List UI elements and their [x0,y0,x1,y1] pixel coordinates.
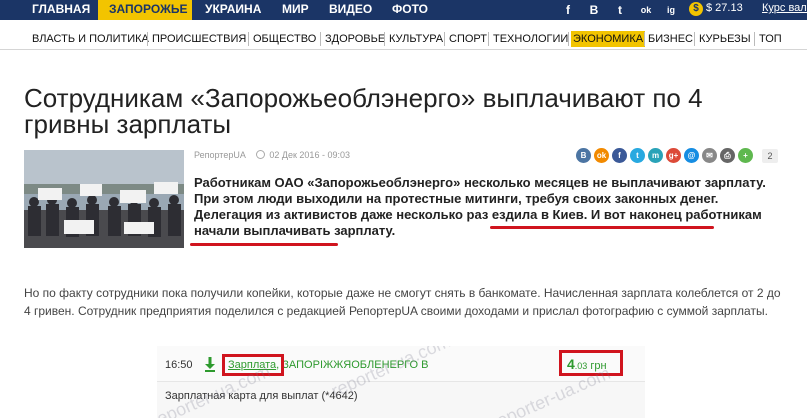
clock-icon [255,150,265,159]
category-health[interactable]: ЗДОРОВЬЕ [325,31,385,47]
category-navigation: ВЛАСТЬ И ПОЛИТИКА ПРОИСШЕСТВИЯ ОБЩЕСТВО … [0,28,807,50]
nav-divider [694,32,695,46]
nav-divider [248,32,249,46]
article-lead: Работникам ОАО «Запорожьеоблэнерго» неск… [194,175,784,239]
nav-item-ukraine[interactable]: УКРАИНА [205,0,275,20]
category-culture[interactable]: КУЛЬТУРА [389,31,443,47]
category-business[interactable]: БИЗНЕС [648,31,693,47]
instagram-icon[interactable]: ig [661,0,681,20]
share-count: 2 [762,149,778,163]
article-date: 02 Дек 2016 - 09:03 [269,150,350,160]
share-more-icon[interactable]: + [738,148,753,163]
currency-icon: $ [689,2,703,16]
protest-photo-image [24,150,184,248]
nav-divider [644,32,645,46]
nav-item-video[interactable]: ВИДЕО [329,0,381,20]
dollar-rate: $ 27.13 [706,2,743,14]
nav-item-main[interactable]: ГЛАВНАЯ [0,0,98,20]
article-author[interactable]: РепортерUA [194,150,245,160]
nav-divider [147,32,148,46]
facebook-icon[interactable]: f [558,0,578,20]
nav-divider [444,32,445,46]
article-photo [24,150,184,248]
share-facebook-icon[interactable]: f [612,148,627,163]
category-economy[interactable]: ЭКОНОМИКА [571,31,646,47]
share-moimir-icon[interactable]: @ [684,148,699,163]
category-incidents[interactable]: ПРОИСШЕСТВИЯ [152,31,246,47]
vkontakte-icon[interactable]: В [584,0,604,20]
highlight-underline [190,243,338,246]
share-google-plus-icon[interactable]: g+ [666,148,681,163]
share-vk-icon[interactable]: В [576,148,591,163]
bank-transaction-screenshot: 16:50 Зарплата, ЗАПОРІЖЖЯОБЛЕНЕРГО В 4.0… [157,346,645,418]
nav-divider [320,32,321,46]
nav-item-photo[interactable]: ФОТО [392,0,436,20]
nav-divider [488,32,489,46]
nav-divider [568,32,569,46]
incoming-arrow-icon [205,357,215,372]
nav-item-zaporozhye[interactable]: ЗАПОРОЖЬЕ [98,0,192,20]
article-title: Сотрудникам «Запорожьеоблэнерго» выплачи… [24,83,703,139]
share-print-icon[interactable]: ⎙ [720,148,735,163]
category-technology[interactable]: ТЕХНОЛОГИИ [493,31,568,47]
category-society[interactable]: ОБЩЕСТВО [253,31,316,47]
category-top[interactable]: ТОП [759,31,782,47]
nav-divider [384,32,385,46]
nav-item-world[interactable]: МИР [282,0,322,20]
highlight-underline [490,226,714,229]
category-curiosities[interactable]: КУРЬЕЗЫ [699,31,751,47]
transaction-time: 16:50 [165,359,193,371]
nav-divider [754,32,755,46]
category-sport[interactable]: СПОРТ [449,31,487,47]
article-body: Но по факту сотрудники пока получили коп… [24,286,781,318]
share-twitter-icon[interactable]: t [630,148,645,163]
category-politics[interactable]: ВЛАСТЬ И ПОЛИТИКА [32,31,149,47]
article-meta: РепортерUA 02 Дек 2016 - 09:03 [194,150,350,160]
share-livejournal-icon[interactable]: m [648,148,663,163]
share-email-icon[interactable]: ✉ [702,148,717,163]
twitter-icon[interactable]: t [610,0,630,20]
share-odnoklassniki-icon[interactable]: ok [594,148,609,163]
currency-rates-link[interactable]: Курс валют [762,0,807,20]
top-navigation: ГЛАВНАЯ ЗАПОРОЖЬЕ УКРАИНА МИР ВИДЕО ФОТО… [0,0,807,20]
odnoklassniki-icon[interactable]: ok [636,0,656,20]
